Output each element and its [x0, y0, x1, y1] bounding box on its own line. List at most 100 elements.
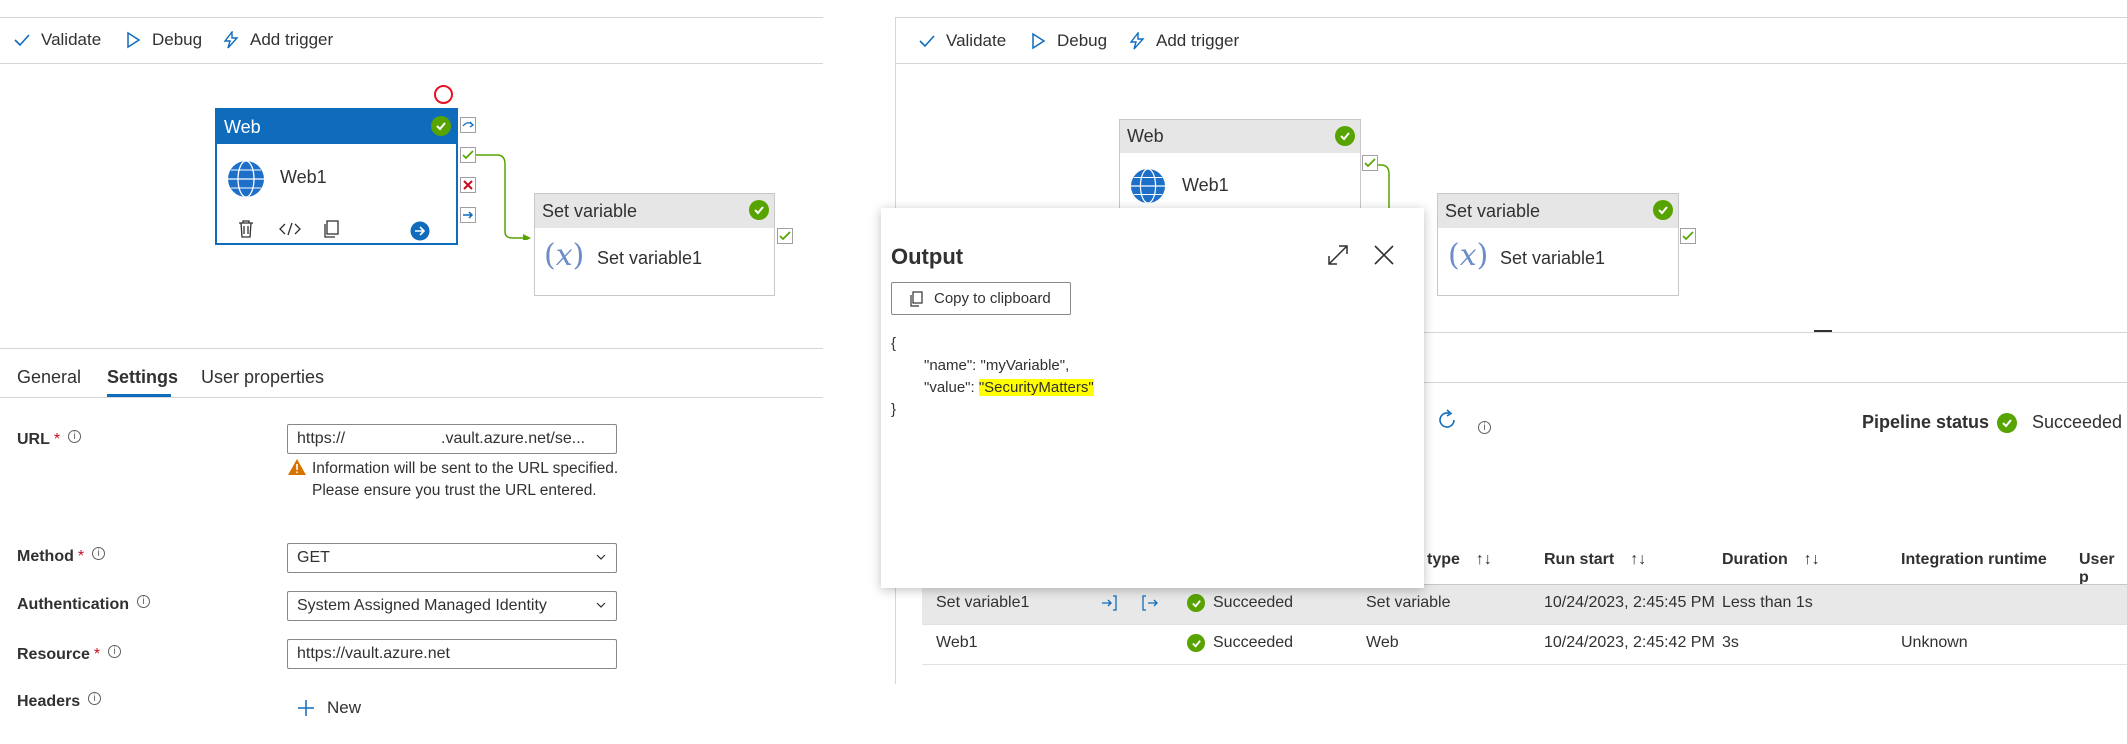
json-line-name: "name": "myVariable",	[924, 357, 1070, 374]
row-status: Succeeded	[1187, 634, 1293, 652]
variable-icon: (x)	[1448, 238, 1489, 273]
node-header: Set variable	[1438, 194, 1678, 228]
success-check-icon	[1187, 594, 1205, 612]
node-name: Web1	[1182, 175, 1229, 195]
node-header-label: Web	[1127, 126, 1164, 146]
validate-button[interactable]: Validate	[918, 31, 1006, 51]
info-icon: i	[1478, 421, 1491, 434]
info-icon: i	[92, 546, 106, 560]
authentication-label: Authentication i	[17, 594, 150, 614]
globe-icon	[227, 160, 265, 198]
sort-icon: ↑↓	[1475, 551, 1492, 568]
copy-icon[interactable]	[322, 219, 340, 239]
success-output-handle[interactable]	[460, 147, 476, 163]
add-trigger-button[interactable]: Add trigger	[1128, 31, 1239, 51]
top-divider	[895, 17, 2127, 18]
url-label: URL * i	[17, 429, 82, 449]
node-name: Set variable1	[597, 248, 703, 268]
checkmark-icon	[14, 34, 30, 47]
success-check-icon	[431, 116, 451, 136]
toolbar-divider	[0, 63, 823, 64]
copy-icon	[910, 290, 923, 307]
delete-icon[interactable]	[237, 219, 255, 239]
validate-button[interactable]: Validate	[13, 30, 101, 50]
sort-icon: ↑↓	[1630, 551, 1647, 568]
dialog-title: Output	[891, 244, 964, 269]
tab-general[interactable]: General	[17, 367, 81, 388]
output-icon[interactable]	[1141, 594, 1159, 612]
lightning-icon	[1129, 32, 1145, 50]
success-output-handle[interactable]	[1680, 228, 1696, 244]
info-icon: i	[88, 691, 102, 705]
resource-label: Resource * i	[17, 644, 122, 664]
success-output-handle[interactable]	[1362, 155, 1378, 171]
tab-settings[interactable]: Settings	[107, 367, 178, 388]
resize-handle[interactable]	[1814, 330, 1832, 332]
chevron-down-icon	[596, 554, 606, 560]
column-header-integration-runtime[interactable]: Integration runtime	[1901, 551, 2047, 569]
method-select[interactable]: GET	[287, 543, 617, 573]
globe-icon	[1130, 168, 1166, 204]
success-output-handle[interactable]	[777, 228, 793, 244]
set-variable-activity-node[interactable]: Set variable (x) Set variable1	[534, 193, 775, 296]
node-header: Set variable	[535, 194, 774, 228]
column-header-user-properties[interactable]: User p	[2079, 551, 2127, 587]
completion-output-handle[interactable]	[460, 207, 476, 223]
add-trigger-label: Add trigger	[250, 30, 334, 49]
tab-user-properties[interactable]: User properties	[201, 367, 324, 388]
add-trigger-button[interactable]: Add trigger	[222, 30, 333, 50]
row-run-start: 10/24/2023, 2:45:45 PM	[1544, 594, 1714, 611]
debug-button[interactable]: Debug	[124, 30, 202, 50]
url-warning-text: Information will be sent to the URL spec…	[312, 460, 619, 499]
set-variable-activity-node[interactable]: Set variable (x) Set variable1	[1437, 193, 1679, 296]
failure-output-handle[interactable]	[460, 177, 476, 193]
success-check-icon	[1997, 413, 2017, 433]
web-activity-node[interactable]: Web Web1	[215, 108, 458, 245]
variable-icon: (x)	[544, 238, 585, 273]
sort-icon: ↑↓	[1803, 551, 1820, 568]
checkmark-icon	[919, 35, 935, 48]
top-divider	[0, 17, 823, 18]
arrow-right-circle-icon[interactable]	[410, 221, 430, 241]
play-icon	[127, 31, 141, 49]
row-activity-name[interactable]: Web1	[936, 634, 978, 652]
node-header-label: Web	[224, 116, 261, 137]
pipeline-editor-left: Validate Debug Add trigger Web Web1 Set …	[0, 0, 823, 744]
row-type: Web	[1366, 634, 1399, 651]
skip-output-handle[interactable]	[460, 117, 476, 133]
debug-button[interactable]: Debug	[1029, 31, 1107, 51]
new-label: New	[327, 698, 362, 717]
close-icon[interactable]	[1373, 244, 1395, 266]
resource-input[interactable]: https://vault.azure.net	[287, 639, 617, 669]
input-icon[interactable]	[1100, 594, 1118, 612]
row-duration: Less than 1s	[1722, 594, 1813, 611]
column-header-run-start[interactable]: Run start ↑↓	[1544, 551, 1646, 569]
toolbar-divider	[895, 63, 2127, 64]
row-type: Set variable	[1366, 594, 1451, 611]
success-check-icon	[1187, 634, 1205, 652]
column-header-duration[interactable]: Duration ↑↓	[1722, 551, 1820, 569]
panel-divider	[1424, 382, 2127, 383]
connector-line	[467, 154, 531, 240]
info-icon: i	[68, 429, 82, 443]
column-header-type[interactable]: type ↑↓	[1427, 551, 1492, 569]
url-input[interactable]: https://.vault.azure.net/se...	[287, 424, 617, 454]
json-line-value: "value": "SecurityMatters"	[924, 379, 1094, 396]
highlighted-value: "SecurityMatters"	[978, 379, 1094, 396]
canvas-divider	[1424, 332, 2127, 333]
breakpoint-circle-icon[interactable]	[434, 85, 453, 104]
new-header-button[interactable]: New	[297, 698, 361, 718]
expand-icon[interactable]	[1327, 244, 1349, 266]
refresh-icon[interactable]	[1436, 409, 1458, 431]
copy-to-clipboard-button[interactable]: Copy to clipboard	[891, 282, 1071, 315]
row-duration: 3s	[1722, 634, 1739, 651]
node-name: Web1	[280, 167, 327, 187]
authentication-select[interactable]: System Assigned Managed Identity	[287, 591, 617, 621]
success-check-icon	[1653, 200, 1673, 220]
code-icon[interactable]	[279, 221, 301, 237]
row-activity-name[interactable]: Set variable1	[936, 594, 1029, 612]
success-check-icon	[749, 200, 769, 220]
node-header-label: Set variable	[1445, 200, 1541, 221]
warning-icon	[288, 459, 306, 475]
validate-label: Validate	[946, 31, 1007, 50]
